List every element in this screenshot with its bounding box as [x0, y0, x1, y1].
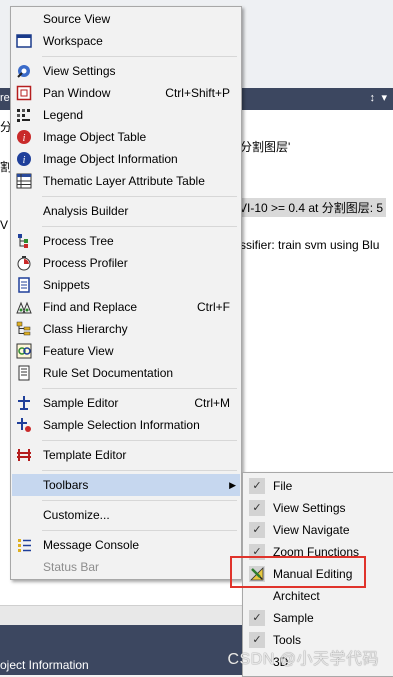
pin-icon[interactable]: ↕	[370, 92, 376, 104]
menu-item-find-and-replace[interactable]: Find and Replace Ctrl+F	[12, 296, 240, 318]
process-profiler-icon	[16, 255, 32, 271]
checkmark-icon: ✓	[249, 522, 265, 538]
submenu-arrow-icon: ▶	[229, 480, 236, 490]
menu-separator	[42, 530, 237, 531]
legend-icon	[16, 107, 32, 123]
checkmark-icon: ✓	[249, 610, 265, 626]
menu-item-legend[interactable]: Legend	[12, 104, 240, 126]
find-replace-icon	[16, 299, 32, 315]
menu-item-process-tree[interactable]: Process Tree	[12, 230, 240, 252]
template-editor-icon	[16, 447, 32, 463]
submenu-item-view-settings[interactable]: ✓ View Settings	[244, 497, 392, 519]
menu-separator	[42, 388, 237, 389]
menu-item-image-object-table[interactable]: i Image Object Table	[12, 126, 240, 148]
menu-item-sample-selection-information[interactable]: Sample Selection Information	[12, 414, 240, 436]
menu-item-status-bar[interactable]: Status Bar	[12, 556, 240, 578]
feature-view-icon	[16, 343, 32, 359]
menu-item-view-settings[interactable]: View Settings	[12, 60, 240, 82]
menu-separator	[42, 440, 237, 441]
menu-item-analysis-builder[interactable]: Analysis Builder	[12, 200, 240, 222]
pan-window-icon	[16, 85, 32, 101]
menu-item-thematic-layer-table[interactable]: Thematic Layer Attribute Table	[12, 170, 240, 192]
sample-editor-icon	[16, 395, 32, 411]
message-console-icon	[16, 537, 32, 553]
view-settings-icon	[16, 63, 32, 79]
image-object-info-icon: i	[16, 151, 32, 167]
watermark-text: CSDN @小天学代码	[227, 651, 379, 668]
menu-item-rule-set-documentation[interactable]: Rule Set Documentation	[12, 362, 240, 384]
menu-item-template-editor[interactable]: Template Editor	[12, 444, 240, 466]
menu-separator	[42, 226, 237, 227]
thematic-table-icon	[16, 173, 32, 189]
svg-text:i: i	[23, 133, 26, 144]
menu-item-feature-view[interactable]: Feature View	[12, 340, 240, 362]
submenu-item-file[interactable]: ✓ File	[244, 475, 392, 497]
highlight-annotation-box	[230, 556, 366, 588]
menu-item-snippets[interactable]: Snippets	[12, 274, 240, 296]
view-menu: Source View Workspace View Settings Pan …	[10, 6, 242, 580]
menu-item-process-profiler[interactable]: Process Profiler	[12, 252, 240, 274]
menu-item-class-hierarchy[interactable]: Class Hierarchy	[12, 318, 240, 340]
tree-line-3: ssifier: train svm using Blu	[240, 238, 380, 252]
menu-separator	[42, 500, 237, 501]
panel-title-fragment: re	[0, 92, 10, 104]
image-object-table-icon: i	[16, 129, 32, 145]
left-fragment-3: V	[0, 218, 9, 232]
snippets-icon	[16, 277, 32, 293]
menu-item-customize[interactable]: Customize...	[12, 504, 240, 526]
submenu-item-sample[interactable]: ✓ Sample	[244, 607, 392, 629]
tree-line-2: VI-10 >= 0.4 at 分割图层: 5	[236, 198, 387, 217]
svg-text:i: i	[23, 155, 26, 166]
menu-item-pan-window[interactable]: Pan Window Ctrl+Shift+P	[12, 82, 240, 104]
sample-selection-icon	[16, 417, 32, 433]
class-hierarchy-icon	[16, 321, 32, 337]
submenu-item-view-navigate[interactable]: ✓ View Navigate	[244, 519, 392, 541]
menu-separator	[42, 196, 237, 197]
dropdown-icon[interactable]: ▾	[381, 91, 387, 104]
menu-item-source-view[interactable]: Source View	[12, 8, 240, 30]
menu-item-toolbars[interactable]: Toolbars ▶	[12, 474, 240, 496]
menu-item-message-console[interactable]: Message Console	[12, 534, 240, 556]
menu-item-sample-editor[interactable]: Sample Editor Ctrl+M	[12, 392, 240, 414]
tree-line-1: 分割图层'	[240, 140, 291, 154]
process-tree-icon	[16, 233, 32, 249]
ruleset-doc-icon	[16, 365, 32, 381]
submenu-item-architect[interactable]: Architect	[244, 585, 392, 607]
menu-separator	[42, 470, 237, 471]
checkmark-icon: ✓	[249, 478, 265, 494]
workspace-icon	[16, 33, 32, 49]
checkmark-icon: ✓	[249, 500, 265, 516]
menu-item-workspace[interactable]: Workspace	[12, 30, 240, 52]
menu-item-image-object-information[interactable]: i Image Object Information	[12, 148, 240, 170]
menu-separator	[42, 56, 237, 57]
